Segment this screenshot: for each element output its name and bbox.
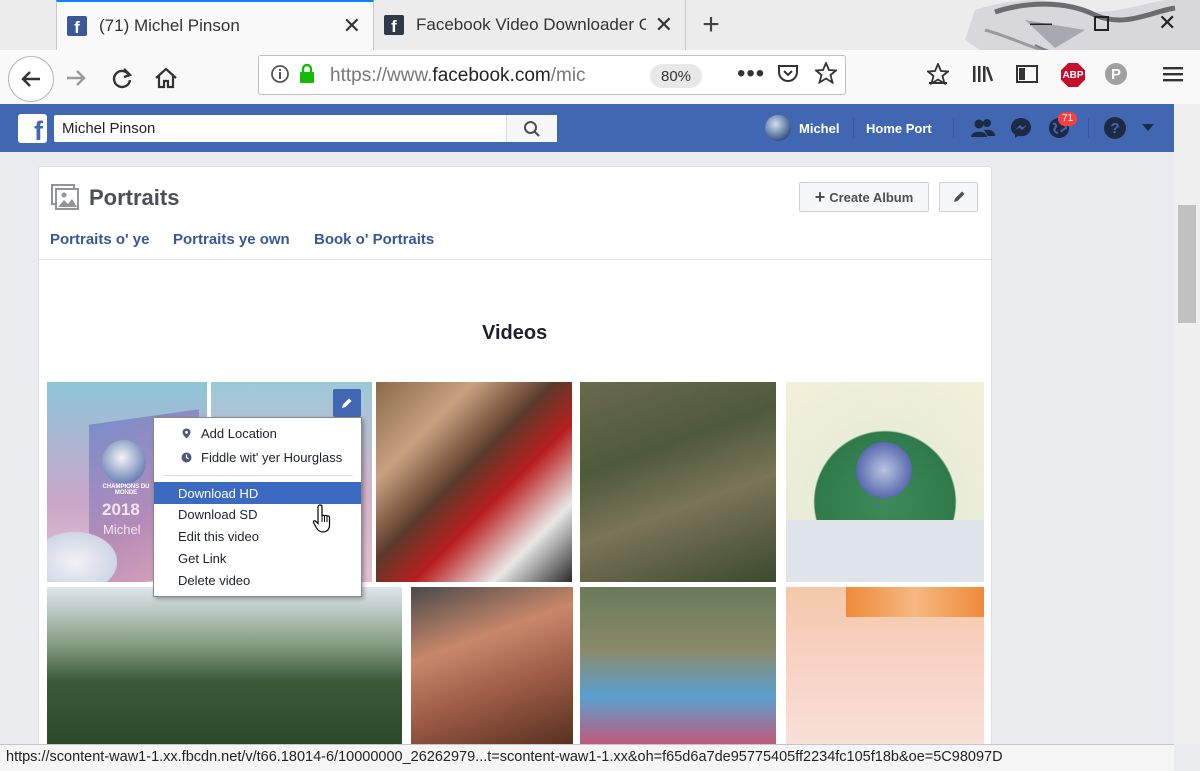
sidebar-toggle-icon[interactable]: [1016, 64, 1038, 90]
menu-item-label: Delete video: [178, 572, 251, 588]
close-tab-icon[interactable]: ✕: [655, 12, 673, 38]
back-arrow-icon: [21, 71, 40, 87]
user-avatar[interactable]: [765, 115, 791, 141]
thumbnail-ground: [786, 520, 984, 582]
forward-arrow-icon: [67, 70, 86, 86]
menu-item-add-location[interactable]: Add Location: [154, 422, 361, 444]
reload-icon: [112, 68, 133, 89]
location-pin-icon: [182, 428, 191, 438]
svg-text:?: ?: [1110, 120, 1119, 137]
menu-item-delete-video[interactable]: Delete video: [154, 569, 361, 591]
plus-icon: +: [814, 187, 826, 207]
reload-button[interactable]: [104, 60, 140, 96]
menu-item-label: Edit this video: [178, 528, 259, 544]
search-button[interactable]: [506, 115, 557, 142]
create-album-label: Create Album: [829, 189, 914, 205]
friend-requests-icon[interactable]: [970, 115, 996, 141]
menu-item-label: Add Location: [201, 425, 277, 441]
tab-title: (71) Michel Pinson: [99, 16, 240, 35]
facebook-favicon-icon: f: [384, 15, 404, 35]
library-icon[interactable]: [971, 64, 995, 90]
menu-item-label: Fiddle wit' yer Hourglass: [201, 449, 343, 465]
edit-video-pencil-button[interactable]: [333, 389, 361, 417]
secure-lock-icon: [298, 63, 316, 90]
menu-item-label: Download SD: [178, 506, 258, 522]
zoom-level-badge[interactable]: 80%: [650, 64, 702, 88]
tab-your-photos[interactable]: Portraits ye own: [173, 231, 290, 248]
video-thumbnail[interactable]: [580, 587, 776, 744]
divider: [953, 118, 954, 138]
tab-title: Facebook Video Downloader O: [416, 15, 646, 34]
tab-albums[interactable]: Book o' Portraits: [314, 231, 434, 248]
photos-icon: [51, 184, 79, 210]
video-thumbnail[interactable]: [411, 587, 573, 744]
tab-michel-pinson[interactable]: f (71) Michel Pinson ✕: [56, 0, 374, 50]
account-dropdown-caret-icon[interactable]: [1138, 115, 1158, 141]
messenger-icon[interactable]: [1008, 115, 1034, 141]
scrollbar-thumb[interactable]: [1178, 205, 1196, 323]
hand-pointer-cursor-icon: [312, 504, 331, 533]
home-icon: [155, 67, 177, 89]
thumbnail-subject: [856, 442, 912, 498]
section-title: Videos: [482, 322, 548, 344]
divider: [39, 259, 991, 260]
page-scrollbar[interactable]: [1174, 104, 1200, 744]
page-title: Portraits: [89, 185, 180, 210]
site-info-icon[interactable]: [270, 64, 290, 89]
divider: [1088, 118, 1089, 138]
thumbnail-year: 2018: [102, 500, 140, 519]
video-thumbnail[interactable]: [786, 587, 984, 744]
page-actions-menu-icon[interactable]: •••: [737, 60, 765, 88]
back-button[interactable]: [8, 56, 54, 102]
badge-text: CHAMPIONS DU MONDE: [102, 484, 150, 496]
bookmarks-toolbar-star-icon[interactable]: [925, 61, 951, 91]
menu-item-label: Get Link: [178, 550, 227, 566]
close-tab-icon[interactable]: ✕: [343, 13, 361, 39]
facebook-logo-icon[interactable]: f: [18, 114, 47, 143]
tab-video-downloader[interactable]: f Facebook Video Downloader O ✕: [374, 0, 686, 50]
help-question-icon[interactable]: ?: [1102, 115, 1128, 141]
status-bar-link-url: https://scontent-waw1-1.xx.fbcdn.net/v/t…: [0, 744, 1174, 771]
home-link[interactable]: Home Port: [866, 121, 932, 136]
menu-item-change-date[interactable]: Fiddle wit' yer Hourglass: [154, 446, 361, 468]
pencil-icon: [953, 191, 964, 202]
profile-link[interactable]: Michel: [799, 121, 839, 136]
facebook-search-input[interactable]: [54, 115, 556, 142]
champions-badge-icon: [102, 440, 146, 484]
pinterest-icon[interactable]: P: [1105, 63, 1127, 85]
menu-item-get-link[interactable]: Get Link: [154, 547, 361, 569]
close-window-icon[interactable]: ✕: [1158, 10, 1176, 36]
thumbnail-banner: [846, 587, 984, 617]
new-tab-plus-icon[interactable]: +: [696, 8, 726, 42]
maximize-window-icon[interactable]: [1094, 12, 1110, 38]
forward-button[interactable]: [58, 60, 94, 96]
video-thumbnail[interactable]: [376, 382, 572, 582]
pencil-icon: [342, 398, 352, 408]
pocket-icon[interactable]: [777, 63, 799, 89]
bookmark-star-icon[interactable]: [813, 60, 839, 90]
menu-item-download-hd[interactable]: Download HD: [154, 482, 361, 504]
cloud-decoration: [47, 532, 117, 582]
edit-button[interactable]: [939, 182, 978, 212]
facebook-favicon-icon: f: [67, 16, 87, 36]
tab-photos-of-you[interactable]: Portraits o' ye: [50, 231, 149, 248]
url-text[interactable]: https://www.facebook.com/mic: [330, 65, 600, 87]
home-button[interactable]: [148, 60, 184, 96]
notification-count-badge: 71: [1058, 112, 1078, 126]
create-album-button[interactable]: + Create Album: [799, 182, 929, 212]
minimize-window-icon[interactable]: —: [1030, 10, 1052, 36]
video-thumbnail[interactable]: [47, 587, 402, 744]
clock-icon: [181, 452, 192, 462]
menu-item-label: Download HD: [178, 485, 259, 501]
hamburger-menu-icon[interactable]: [1162, 64, 1184, 90]
video-thumbnail[interactable]: [786, 382, 984, 582]
menu-separator: [163, 475, 353, 476]
search-icon: [524, 120, 540, 137]
divider: [853, 118, 854, 138]
video-thumbnail[interactable]: [580, 382, 776, 582]
